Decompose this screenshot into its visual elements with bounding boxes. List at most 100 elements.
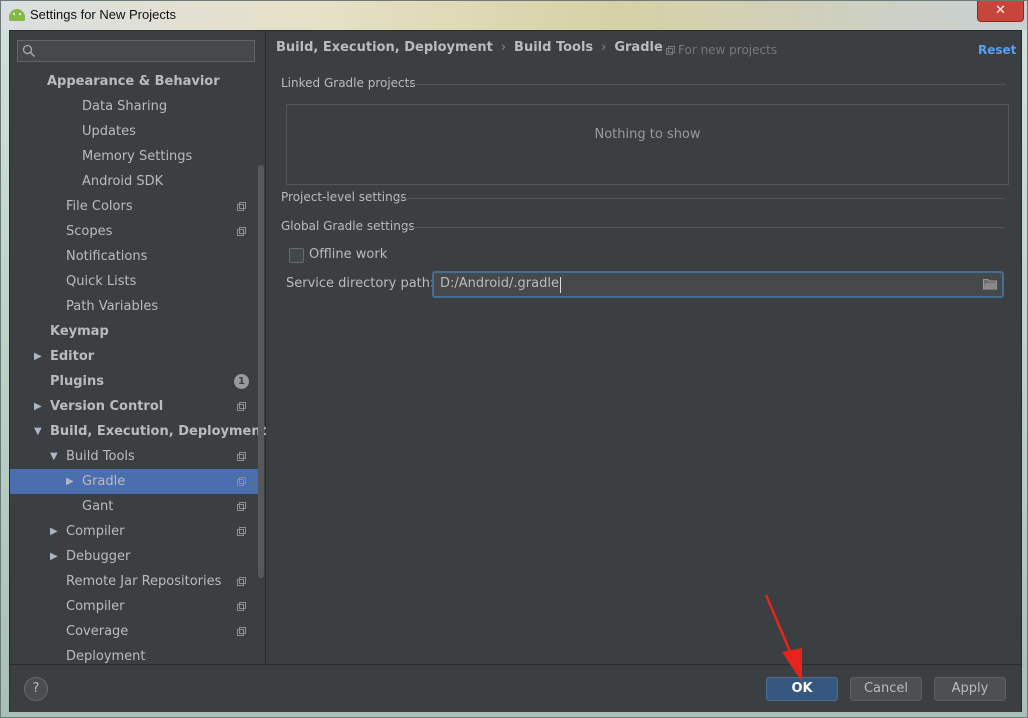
search-icon [22, 44, 36, 58]
android-studio-icon [9, 9, 25, 21]
title-bar[interactable]: Settings for New Projects ✕ [1, 1, 1027, 30]
close-window-button[interactable]: ✕ [977, 1, 1024, 22]
sidebar-item-android-sdk[interactable]: Android SDK [10, 169, 258, 194]
for-new-projects-note: For new projects [666, 43, 777, 57]
project-level-icon [237, 402, 246, 411]
sidebar-item-keymap[interactable]: Keymap [10, 319, 258, 344]
offline-work-label[interactable]: Offline work [309, 247, 387, 262]
section-divider [406, 84, 1006, 85]
sidebar-item-label: Gradle [82, 474, 126, 489]
sidebar-item-memory-settings[interactable]: Memory Settings [10, 144, 258, 169]
cancel-button[interactable]: Cancel [850, 677, 922, 701]
sidebar-item-compiler[interactable]: Compiler [10, 594, 258, 619]
sidebar-item-remote-jar-repositories[interactable]: Remote Jar Repositories [10, 569, 258, 594]
global-gradle-section: Global Gradle settings [281, 219, 1004, 233]
dialog-button-bar: ? OK Cancel Apply [10, 664, 1021, 712]
sidebar-item-label: Quick Lists [66, 274, 137, 289]
sidebar-item-label: Gant [82, 499, 114, 514]
collapsed-arrow-icon[interactable]: ▶ [34, 394, 42, 419]
settings-sidebar: Appearance & Behavior Data Sharing Updates… [10, 31, 267, 664]
sidebar-item-plugins[interactable]: Plugins 1 [10, 369, 258, 394]
sidebar-item-label: Build, Execution, Deployment [50, 424, 267, 439]
sidebar-item-label: Scopes [66, 224, 113, 239]
section-divider [401, 227, 1004, 228]
sidebar-item-label: Version Control [50, 399, 164, 414]
linked-projects-title: Linked Gradle projects [281, 76, 416, 90]
project-level-section: Project-level settings [281, 190, 1004, 204]
sidebar-item-label: File Colors [66, 199, 133, 214]
breadcrumb-item[interactable]: Build, Execution, Deployment [276, 40, 493, 55]
sidebar-item-quick-lists[interactable]: Quick Lists [10, 269, 258, 294]
collapsed-arrow-icon[interactable]: ▶ [50, 544, 58, 569]
folder-icon[interactable] [983, 278, 998, 290]
settings-tree: Appearance & Behavior Data Sharing Updates… [10, 69, 267, 669]
project-level-icon [237, 577, 246, 586]
sidebar-item-path-variables[interactable]: Path Variables [10, 294, 258, 319]
sidebar-item-gradle[interactable]: ▶ Gradle [10, 469, 258, 494]
project-level-icon [237, 502, 246, 511]
sidebar-item-appearance-behavior[interactable]: Appearance & Behavior [10, 69, 258, 94]
update-count-badge: 1 [234, 374, 249, 389]
offline-work-checkbox[interactable] [289, 248, 304, 263]
sidebar-item-file-colors[interactable]: File Colors [10, 194, 258, 219]
breadcrumb-separator: › [601, 40, 607, 55]
sidebar-item-label: Updates [82, 124, 136, 139]
sidebar-item-coverage[interactable]: Coverage [10, 619, 258, 644]
sidebar-item-label: Notifications [66, 249, 148, 264]
sidebar-item-label: Remote Jar Repositories [66, 574, 222, 589]
expanded-arrow-icon[interactable]: ▼ [34, 419, 42, 444]
breadcrumb: Build, Execution, Deployment › Build Tools… [276, 40, 663, 55]
sidebar-item-compiler[interactable]: ▶ Compiler [10, 519, 258, 544]
apply-button[interactable]: Apply [934, 677, 1006, 701]
service-directory-input[interactable]: D:/Android/.gradle [432, 271, 1004, 298]
sidebar-item-version-control[interactable]: ▶ Version Control [10, 394, 258, 419]
help-button[interactable]: ? [24, 677, 48, 701]
sidebar-item-gant[interactable]: Gant [10, 494, 258, 519]
sidebar-item-label: Data Sharing [82, 99, 168, 114]
sidebar-item-label: Appearance & Behavior [47, 74, 220, 89]
breadcrumb-separator: › [500, 40, 507, 55]
sidebar-item-label: Path Variables [66, 299, 159, 314]
collapsed-arrow-icon[interactable]: ▶ [34, 344, 42, 369]
linked-projects-section: Linked Gradle projects [281, 76, 1006, 90]
project-level-title: Project-level settings [281, 190, 407, 204]
settings-window: Settings for New Projects ✕ Appearance &… [0, 0, 1028, 718]
project-level-icon [237, 527, 246, 536]
sidebar-item-label: Coverage [66, 624, 129, 639]
collapsed-arrow-icon[interactable]: ▶ [66, 469, 74, 494]
empty-list-text: Nothing to show [594, 127, 701, 142]
sidebar-scrollbar[interactable] [258, 165, 264, 578]
sidebar-item-label: Memory Settings [82, 149, 193, 164]
sidebar-item-updates[interactable]: Updates [10, 119, 258, 144]
reset-link[interactable]: Reset [978, 43, 1016, 57]
sidebar-item-label: Build Tools [66, 449, 135, 464]
sidebar-item-debugger[interactable]: ▶ Debugger [10, 544, 258, 569]
project-level-icon [237, 602, 246, 611]
project-level-icon [237, 202, 246, 211]
sidebar-item-editor[interactable]: ▶ Editor [10, 344, 258, 369]
service-directory-value: D:/Android/.gradle [440, 276, 559, 291]
text-cursor [560, 277, 561, 293]
sidebar-item-data-sharing[interactable]: Data Sharing [10, 94, 258, 119]
collapsed-arrow-icon[interactable]: ▶ [50, 519, 58, 544]
settings-dialog: Appearance & Behavior Data Sharing Updates… [9, 30, 1022, 712]
sidebar-item-label: Plugins [50, 374, 104, 389]
for-new-projects-label: For new projects [678, 43, 778, 57]
section-divider [396, 198, 1004, 199]
breadcrumb-item[interactable]: Build Tools [514, 40, 593, 55]
linked-projects-list[interactable]: Nothing to show [286, 104, 1009, 185]
sidebar-item-label: Debugger [66, 549, 131, 564]
expanded-arrow-icon[interactable]: ▼ [50, 444, 58, 469]
settings-search-input[interactable] [17, 40, 255, 62]
sidebar-item-build-tools[interactable]: ▼ Build Tools [10, 444, 258, 469]
sidebar-item-notifications[interactable]: Notifications [10, 244, 258, 269]
project-level-icon [237, 227, 246, 236]
sidebar-item-scopes[interactable]: Scopes [10, 219, 258, 244]
gradle-settings-panel: Build, Execution, Deployment › Build Tools… [266, 31, 1021, 664]
project-level-icon [237, 477, 246, 486]
sidebar-item-build-execution-deployment[interactable]: ▼ Build, Execution, Deployment [10, 419, 267, 444]
sidebar-item-label: Android SDK [82, 174, 164, 189]
sidebar-item-label: Compiler [66, 599, 125, 614]
global-gradle-title: Global Gradle settings [281, 219, 415, 233]
project-level-icon [237, 627, 246, 636]
